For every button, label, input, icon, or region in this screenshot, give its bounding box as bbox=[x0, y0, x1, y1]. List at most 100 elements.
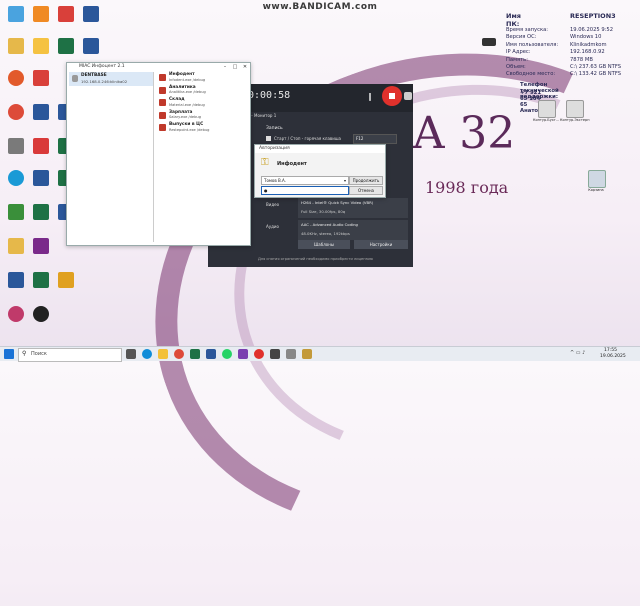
desktop-shortcut-icon[interactable] bbox=[8, 170, 24, 186]
keyboard-icon[interactable] bbox=[482, 38, 496, 46]
desktop-shortcut-icon[interactable] bbox=[8, 306, 24, 322]
video-format-box: H264 - Intel® Quick Sync Video (VBR) Ful… bbox=[298, 198, 408, 218]
desktop-shortcut-icon[interactable] bbox=[83, 38, 99, 54]
desktop-icon-label: Контур.Экстерн bbox=[560, 118, 590, 122]
desktop-shortcut-icon[interactable] bbox=[33, 238, 49, 254]
excel-icon[interactable] bbox=[190, 349, 200, 359]
search-icon: ⚲ bbox=[22, 350, 27, 357]
templates-button[interactable]: Шаблоны bbox=[298, 240, 350, 249]
app-list-item[interactable]: Выпуски в ЦС Restepoint.exe /debug bbox=[157, 122, 247, 134]
app-icon[interactable] bbox=[270, 349, 280, 359]
windows-start-icon[interactable] bbox=[4, 349, 14, 359]
bandicam-taskbar-icon[interactable] bbox=[254, 349, 264, 359]
system-info-value: Windows 10 bbox=[570, 34, 602, 41]
app-icon[interactable] bbox=[286, 349, 296, 359]
desktop-shortcut-icon[interactable] bbox=[33, 204, 49, 220]
hotkey-field[interactable]: F12 bbox=[353, 134, 397, 144]
key-icon: ⚿ bbox=[261, 157, 269, 168]
desktop-shortcut-icon[interactable] bbox=[33, 70, 49, 86]
camera-icon[interactable] bbox=[404, 92, 412, 100]
stop-icon bbox=[389, 93, 395, 99]
continue-button[interactable]: Продолжить bbox=[349, 176, 383, 185]
cancel-button[interactable]: Отмена bbox=[349, 186, 383, 195]
auth-titlebar: Авторизация bbox=[255, 145, 385, 153]
license-footer: Для снятия ограничений необходимо приобр… bbox=[258, 257, 373, 261]
recording-timer: 0:00:58 bbox=[248, 90, 291, 101]
task-view-icon[interactable] bbox=[126, 349, 136, 359]
app-path: Restepoint.exe /debug bbox=[169, 127, 210, 132]
app-name: Инфодент bbox=[169, 72, 195, 77]
settings-button[interactable]: Настройки bbox=[354, 240, 408, 249]
password-field[interactable]: ● bbox=[261, 186, 349, 195]
app-list-item[interactable]: Склад Material.exe /debug bbox=[157, 97, 247, 109]
app-icon[interactable] bbox=[302, 349, 312, 359]
recycle-bin-icon[interactable] bbox=[588, 170, 606, 188]
desktop-shortcut-icon[interactable] bbox=[33, 104, 49, 120]
desktop-shortcut-icon[interactable] bbox=[566, 100, 584, 118]
app-list: Инфодент Infodent.exe /debug Аналитика Anal… bbox=[157, 72, 247, 142]
server-ip: 192.168.0.246:klinika02 bbox=[81, 79, 128, 84]
system-info-key: Время запуска: bbox=[506, 27, 549, 33]
pause-button[interactable]: ∥ bbox=[368, 92, 376, 102]
desktop-shortcut-icon[interactable] bbox=[8, 138, 24, 154]
desktop-shortcut-icon[interactable] bbox=[8, 6, 24, 22]
desktop-shortcut-icon[interactable] bbox=[8, 104, 24, 120]
whatsapp-icon[interactable] bbox=[222, 349, 232, 359]
desktop-shortcut-icon[interactable] bbox=[8, 204, 24, 220]
desktop-shortcut-icon[interactable] bbox=[33, 306, 49, 322]
desktop-shortcut-icon[interactable] bbox=[58, 6, 74, 22]
tray-icons[interactable]: ^ ▭ ♪ bbox=[570, 350, 600, 358]
maximize-button[interactable]: □ bbox=[230, 63, 240, 71]
app-list-item[interactable]: Аналитика Analitika.exe /debug bbox=[157, 85, 247, 97]
pc-name-label: Имя ПК: bbox=[506, 12, 521, 28]
wallpaper-big-text: А 32 bbox=[412, 108, 516, 159]
app-icon bbox=[159, 111, 166, 119]
system-info-key: Свободное место: bbox=[506, 71, 556, 78]
explorer-icon[interactable] bbox=[158, 349, 168, 359]
system-info-key: Память: bbox=[506, 56, 528, 63]
edge-icon[interactable] bbox=[142, 349, 152, 359]
desktop-shortcut-icon[interactable] bbox=[33, 170, 49, 186]
system-info-key: Имя пользователя: bbox=[506, 41, 559, 48]
system-info-value: 192.168.0.92 bbox=[570, 49, 605, 56]
desktop-shortcut-icon[interactable] bbox=[8, 38, 24, 54]
minimize-button[interactable]: – bbox=[220, 63, 230, 71]
app-icon[interactable] bbox=[238, 349, 248, 359]
app-path: Material.exe /debug bbox=[169, 102, 205, 107]
launcher-window: MIAC Инфоцент 2.1 – □ ✕ DENTBASE 192.168… bbox=[66, 62, 251, 246]
desktop-shortcut-icon[interactable] bbox=[58, 38, 74, 54]
app-list-item[interactable]: Зарплата Salary.exe /debug bbox=[157, 110, 247, 122]
desktop-shortcut-icon[interactable] bbox=[83, 6, 99, 22]
system-info-value: 7878 MB bbox=[570, 56, 593, 63]
desktop-shortcut-icon[interactable] bbox=[33, 38, 49, 54]
user-select[interactable]: Томов В.А. ▾ bbox=[261, 176, 349, 185]
app-list-item[interactable]: Инфодент Infodent.exe /debug bbox=[157, 72, 247, 84]
desktop-shortcut-icon[interactable] bbox=[33, 6, 49, 22]
desktop-shortcut-icon[interactable] bbox=[33, 138, 49, 154]
record-stop-button[interactable] bbox=[382, 86, 402, 106]
audio-codec: AAC - Advanced Audio Coding bbox=[301, 222, 358, 227]
app-icon bbox=[159, 124, 166, 131]
chrome-icon[interactable] bbox=[174, 349, 184, 359]
clock-time[interactable]: 17:55 bbox=[604, 348, 617, 353]
desktop-shortcut-icon[interactable] bbox=[538, 100, 556, 118]
desktop-shortcut-icon[interactable] bbox=[8, 70, 24, 86]
pc-name-value: RESEPTION3 bbox=[570, 12, 616, 20]
auth-title: Авторизация bbox=[259, 146, 290, 151]
hotkey-section-title: Запись bbox=[266, 126, 283, 131]
desktop-shortcut-icon[interactable] bbox=[8, 238, 24, 254]
hotkey-checkbox[interactable] bbox=[266, 136, 271, 141]
desktop-shortcut-icon[interactable] bbox=[58, 272, 74, 288]
word-icon[interactable] bbox=[206, 349, 216, 359]
desktop-shortcut-icon[interactable] bbox=[33, 272, 49, 288]
video-detail: Full Size, 30.00fps, 80q bbox=[301, 209, 346, 214]
desktop-shortcut-icon[interactable] bbox=[8, 272, 24, 288]
desktop-icon-label: Корзина bbox=[588, 188, 604, 192]
system-info-value: C:\ 237.63 GB NTFS bbox=[570, 64, 622, 70]
close-button[interactable]: ✕ bbox=[240, 63, 250, 71]
audio-detail: 48.0KHz, stereo, 192kbps bbox=[301, 231, 350, 236]
hotkey-label: Старт / Стоп - горячая клавиша bbox=[274, 136, 341, 141]
clock-date[interactable]: 19.06.2025 bbox=[600, 354, 626, 359]
launcher-title: MIAC Инфоцент 2.1 bbox=[79, 64, 125, 69]
server-item[interactable]: DENTBASE 192.168.0.246:klinika02 bbox=[69, 72, 153, 86]
